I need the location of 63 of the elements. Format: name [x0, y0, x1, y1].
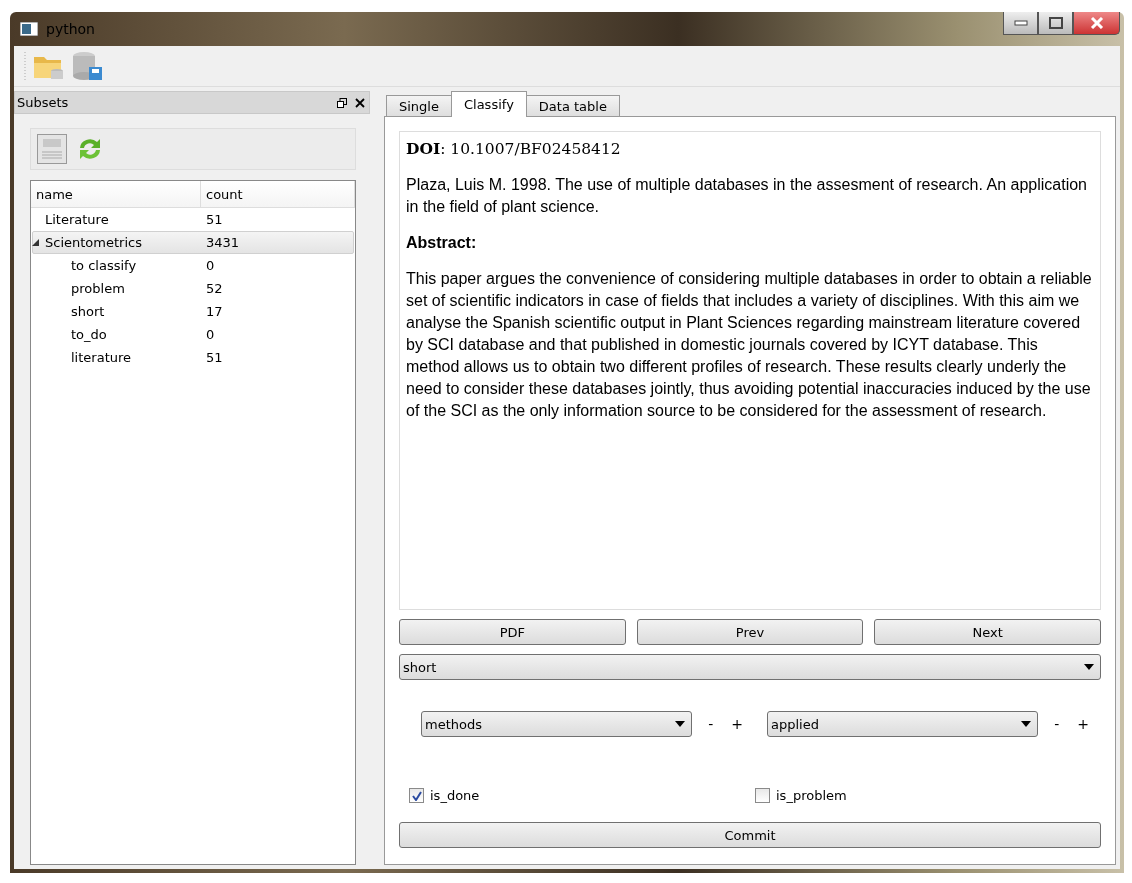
window-title: python — [46, 21, 95, 37]
save-database-icon[interactable] — [71, 51, 103, 81]
nav-button[interactable]: PDF — [399, 619, 626, 645]
subset-name: to_do — [71, 327, 107, 342]
dock-title: Subsets — [17, 95, 70, 110]
tree-row[interactable]: short 17 — [32, 300, 354, 323]
category-dropdown[interactable]: short — [399, 654, 1101, 680]
tree-row[interactable]: to classify 0 — [32, 254, 354, 277]
subset-count: 0 — [205, 258, 216, 273]
float-icon[interactable] — [337, 97, 347, 108]
minimize-icon — [1013, 20, 1028, 26]
subset-name: to classify — [71, 258, 137, 273]
tree-row[interactable]: to_do 0 — [32, 323, 354, 346]
toolbar-grip-icon — [24, 51, 27, 81]
expand-triangle-icon[interactable] — [32, 239, 39, 246]
dropdown-arrow-icon — [1084, 664, 1094, 670]
tree-row[interactable]: Literature 51 — [32, 208, 354, 231]
checkbox-label[interactable]: is_problem — [755, 788, 1101, 803]
dropdown-arrow-icon — [1021, 721, 1032, 727]
nav-button[interactable]: Prev — [636, 619, 864, 645]
checkbox-label[interactable]: is_done — [409, 788, 755, 803]
add-button[interactable]: + — [1075, 716, 1091, 732]
add-button[interactable]: + — [729, 716, 745, 732]
subset-name: Scientometrics — [45, 235, 142, 250]
abstract-text: This paper argues the convenience of considering multiple databases in order to obtain a reliable set of scientific indicators in case of fields that includes a variety of disciplines. With this aim we analyse the Spanish scientific output in Plant Sciences regarding mainstream literature covered by SCI database and that published in domestic journals covered by ICYT database. This method allows us to obtain two different profiles of research. These results clearly underly the need to consider these databases jointly, thus avoiding potential inaccuracies induced by the use of the SCI as the only information source to be considered for the assessment of research. — [406, 269, 1093, 421]
subset-name: literature — [71, 350, 132, 365]
subset-count: 52 — [205, 281, 224, 296]
checkbox[interactable] — [409, 788, 424, 803]
checkmark-icon — [411, 790, 422, 801]
checkbox[interactable] — [755, 788, 770, 803]
subset-count: 17 — [205, 304, 224, 319]
close-button[interactable] — [1073, 12, 1120, 35]
remove-button[interactable]: - — [706, 716, 716, 732]
citation-text: Plaza, Luis M. 1998. The use of multiple databases in the assesment of research. An application in the field of plant science. — [406, 175, 1088, 217]
subset-name: short — [71, 304, 105, 319]
remove-button[interactable]: - — [1052, 716, 1062, 732]
column-header[interactable]: name — [31, 181, 201, 207]
minimize-button[interactable] — [1003, 12, 1038, 35]
nav-button[interactable]: Next — [874, 619, 1101, 645]
tag-dropdown[interactable]: methods — [421, 711, 693, 737]
tree-row[interactable]: literature 51 — [32, 346, 354, 369]
subset-count: 51 — [205, 350, 224, 365]
dropdown-arrow-icon — [675, 721, 686, 727]
subset-count: 3431 — [205, 235, 241, 250]
column-header[interactable]: count — [201, 181, 355, 207]
tab[interactable]: Classify — [450, 91, 527, 117]
subset-count: 0 — [205, 327, 216, 342]
commit-button[interactable]: Commit — [399, 822, 1101, 848]
tab[interactable]: Data table — [525, 95, 620, 117]
subset-name: Literature — [45, 212, 109, 227]
close-icon[interactable] — [355, 97, 365, 108]
tree-row[interactable]: problem 52 — [32, 277, 354, 300]
maximize-icon — [1048, 17, 1063, 29]
tag-dropdown[interactable]: applied — [767, 711, 1039, 737]
tree-row[interactable]: Scientometrics 3431 — [32, 231, 354, 254]
doi-line: DOI: 10.1007/BF02458412 — [406, 138, 622, 160]
abstract-heading: Abstract: — [406, 233, 478, 253]
maximize-button[interactable] — [1038, 12, 1073, 35]
close-icon — [1089, 17, 1104, 29]
app-icon — [20, 22, 38, 36]
subset-count: 51 — [205, 212, 224, 227]
subset-name: problem — [71, 281, 125, 296]
tab[interactable]: Single — [386, 95, 452, 117]
